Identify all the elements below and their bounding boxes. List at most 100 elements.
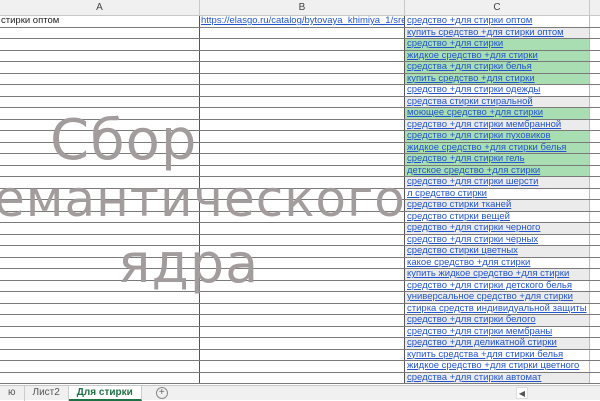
cell-a[interactable] [0,73,200,84]
cell-c[interactable]: купить средства +для стирки белья [405,349,590,360]
cell-c[interactable]: средство +для стирки пуховиков [405,131,590,142]
keyword-link[interactable]: л средство стирки [407,189,487,199]
cell-a[interactable] [0,338,200,349]
cell-a[interactable] [0,165,200,176]
cell-a[interactable] [0,234,200,245]
cell-c[interactable]: средство +для стирки мембраны [405,326,590,337]
cell-d[interactable] [590,223,600,234]
cell-d[interactable] [590,338,600,349]
cell-b[interactable] [200,27,405,38]
cell-c[interactable]: какое средство +для стирки [405,257,590,268]
cell-d[interactable] [590,97,600,108]
keyword-link[interactable]: средство +для стирки оптом [407,16,532,26]
cell-b[interactable] [200,200,405,211]
cell-c[interactable]: средства +для стирки автомат [405,372,590,383]
cell-a[interactable] [0,292,200,303]
cell-c[interactable]: л средство стирки [405,188,590,199]
cell-b[interactable] [200,246,405,257]
cell-b[interactable] [200,85,405,96]
cell-b[interactable] [200,280,405,291]
cell-d[interactable] [590,200,600,211]
column-header-a[interactable]: A [0,0,200,16]
cell-c[interactable]: средство +для стирки черных [405,234,590,245]
cell-a[interactable] [0,257,200,268]
cell-d[interactable] [590,189,600,200]
cell-a[interactable] [0,119,200,130]
keyword-link[interactable]: купить средство +для стирки [407,74,535,84]
cell-b[interactable] [200,257,405,268]
keyword-link[interactable]: средства +для стирки белья [407,62,532,72]
cell-d[interactable] [590,315,600,326]
cell-a[interactable] [0,246,200,257]
keyword-link[interactable]: средство +для деликатной стирки [407,338,557,348]
cell-b[interactable] [200,326,405,337]
sheet-tab-1[interactable]: ю [0,385,25,401]
cell-c[interactable]: стирка средств индивидуальной защиты [405,303,590,314]
keyword-link[interactable]: средство стирки вещей [407,212,510,222]
keyword-link[interactable]: средство +для стирки одежды [407,85,540,95]
keyword-link[interactable]: средство стирки цветных [407,246,518,256]
cell-a[interactable] [0,280,200,291]
cell-c[interactable]: жидкое средство +для стирки белья [405,142,590,153]
keyword-link[interactable]: какое средство +для стирки [407,258,530,268]
cell-b[interactable] [200,188,405,199]
url-link[interactable]: https://elasgo.ru/catalog/bytovaya_khimi… [201,16,404,26]
cell-c[interactable]: средство стирки цветных [405,246,590,257]
cell-d[interactable] [590,177,600,188]
cell-c[interactable]: универсальное средство +для стирки [405,292,590,303]
cell-b[interactable] [200,50,405,61]
keyword-link[interactable]: средство стирки тканей [407,200,511,210]
keyword-link[interactable]: средство +для стирки пуховиков [407,131,551,141]
cell-a[interactable] [0,108,200,119]
keyword-link[interactable]: средство +для стирки детского белья [407,281,572,291]
cell-a[interactable] [0,62,200,73]
cell-b[interactable] [200,269,405,280]
cell-c[interactable]: средство +для стирки гель [405,154,590,165]
keyword-link[interactable]: жидкое средство +для стирки цветного [407,361,579,371]
cell-b[interactable] [200,177,405,188]
cell-a[interactable] [0,315,200,326]
keyword-link[interactable]: жидкое средство +для стирки [407,51,538,61]
cell-a[interactable] [0,372,200,383]
keyword-link[interactable]: детское средство +для стирки [407,166,540,176]
cell-c[interactable]: жидкое средство +для стирки цветного [405,361,590,372]
cell-c[interactable]: средство +для стирки детского белья [405,280,590,291]
keyword-link[interactable]: средство +для стирки шерсти [407,177,538,187]
keyword-link[interactable]: моющее средство +для стирки [407,108,543,118]
cell-b[interactable] [200,119,405,130]
cell-a[interactable] [0,142,200,153]
cell-b[interactable] [200,62,405,73]
cell-a[interactable] [0,326,200,337]
cell-b[interactable] [200,234,405,245]
cell-d[interactable] [590,281,600,292]
cell-b[interactable] [200,39,405,50]
cell-c[interactable]: средство стирки вещей [405,211,590,222]
cell-b[interactable] [200,361,405,372]
cell-c[interactable]: средство +для стирки одежды [405,85,590,96]
keyword-link[interactable]: средство +для стирки мембранной [407,120,561,130]
cell-c[interactable]: купить средство +для стирки оптом [405,27,590,38]
cell-a[interactable] [0,39,200,50]
cell-c[interactable]: средство +для стирки шерсти [405,177,590,188]
cell-b[interactable] [200,349,405,360]
column-header-b[interactable]: B [200,0,405,16]
cell-c[interactable]: средство +для деликатной стирки [405,338,590,349]
scroll-left-icon[interactable]: ◀ [516,387,528,399]
cell-d[interactable] [590,246,600,257]
cell-c[interactable]: моющее средство +для стирки [405,108,590,119]
cell-b[interactable]: https://elasgo.ru/catalog/bytovaya_khimi… [200,16,405,27]
cell-d[interactable] [590,304,600,315]
keyword-link[interactable]: стирка средств индивидуальной защиты [407,304,587,314]
cell-b[interactable] [200,372,405,383]
cell-a[interactable] [0,27,200,38]
cell-d[interactable] [590,235,600,246]
keyword-link[interactable]: средство +для стирки белого [407,315,536,325]
cell-c[interactable]: средства стирки стиральной [405,96,590,107]
cell-d[interactable] [590,74,600,85]
cell-d[interactable] [590,292,600,303]
cell-d[interactable] [590,154,600,165]
cell-a[interactable] [0,361,200,372]
cell-d[interactable] [590,85,600,96]
cell-c[interactable]: средство +для стирки белого [405,315,590,326]
cell-b[interactable] [200,108,405,119]
